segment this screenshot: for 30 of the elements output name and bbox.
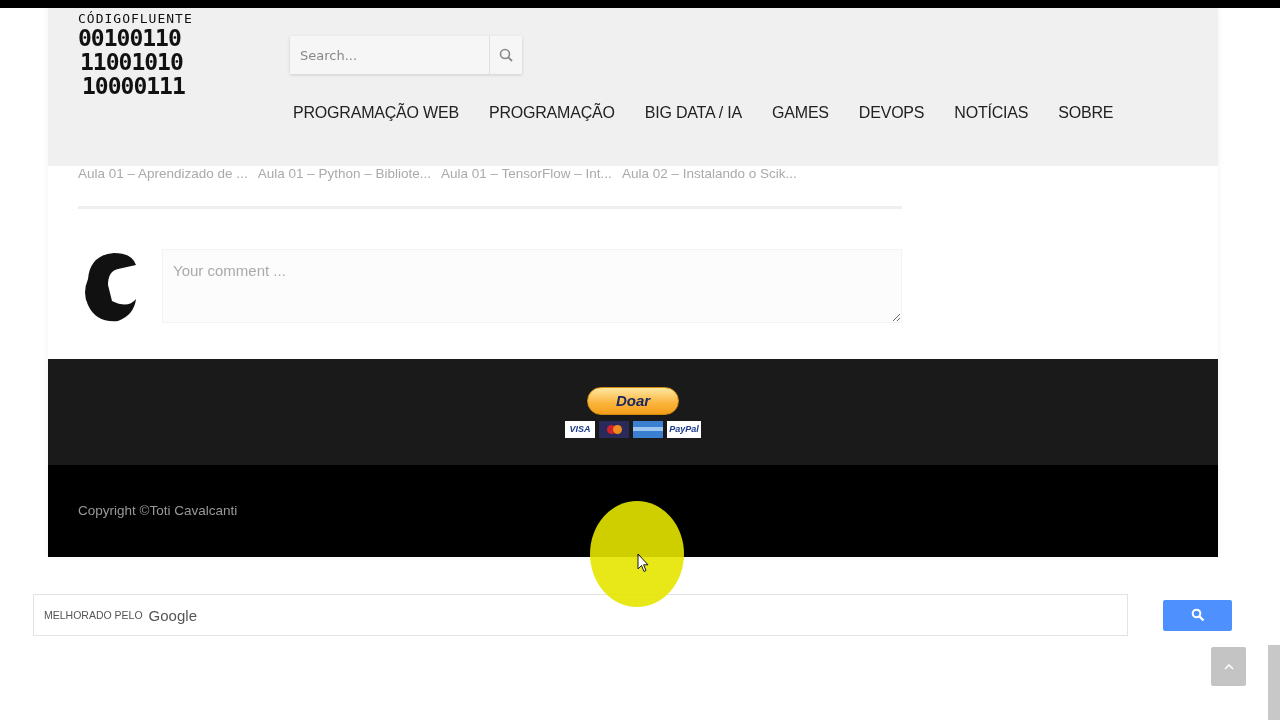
paypal-card-logo: PayPal (667, 420, 701, 438)
logo-digits: 11001010 (79, 50, 183, 74)
nav-link[interactable]: DEVOPS (843, 104, 940, 122)
logo-digits: 00100110 (78, 26, 181, 50)
brand-name: Google (148, 606, 197, 624)
card-icon (633, 420, 663, 438)
nav-link[interactable]: PROGRAMAÇÃO (473, 104, 630, 122)
scrollbar-thumb[interactable] (1268, 645, 1280, 720)
donate-button[interactable]: Doar (587, 386, 679, 415)
card-icon (599, 420, 629, 438)
nav-link[interactable]: GAMES (757, 104, 844, 122)
search-icon (499, 48, 513, 62)
chevron-up-icon (1223, 663, 1234, 670)
nav-link[interactable]: PROGRAMAÇÃO WEB (278, 104, 474, 122)
search-button[interactable] (489, 36, 522, 74)
cursor-icon (637, 553, 649, 573)
comment-field[interactable]: Your comment ... (162, 249, 902, 323)
branding-label: MELHORADO PELO (44, 609, 143, 621)
nav-link[interactable]: NOTÍCIAS (939, 104, 1044, 122)
visa-card-logo: VISA (565, 420, 595, 438)
nav-link[interactable]: BIG DATA / IA (629, 104, 758, 122)
logo-digits: 10000111 (81, 74, 185, 98)
logo-title: CÓDIGOFLUENTE (78, 12, 193, 26)
site-logo[interactable]: CÓDIGOFLUENTE 00100110 11001010 10000111 (78, 12, 254, 98)
search-field[interactable]: MELHORADO PELO Google (33, 594, 1128, 636)
nav-link[interactable]: SOBRE (1043, 104, 1129, 122)
search-field[interactable]: Search... (290, 36, 489, 74)
search-icon (1190, 608, 1205, 622)
search-button[interactable] (1163, 599, 1232, 631)
copyright-text: Copyright ©Toti Cavalcanti (78, 502, 238, 518)
